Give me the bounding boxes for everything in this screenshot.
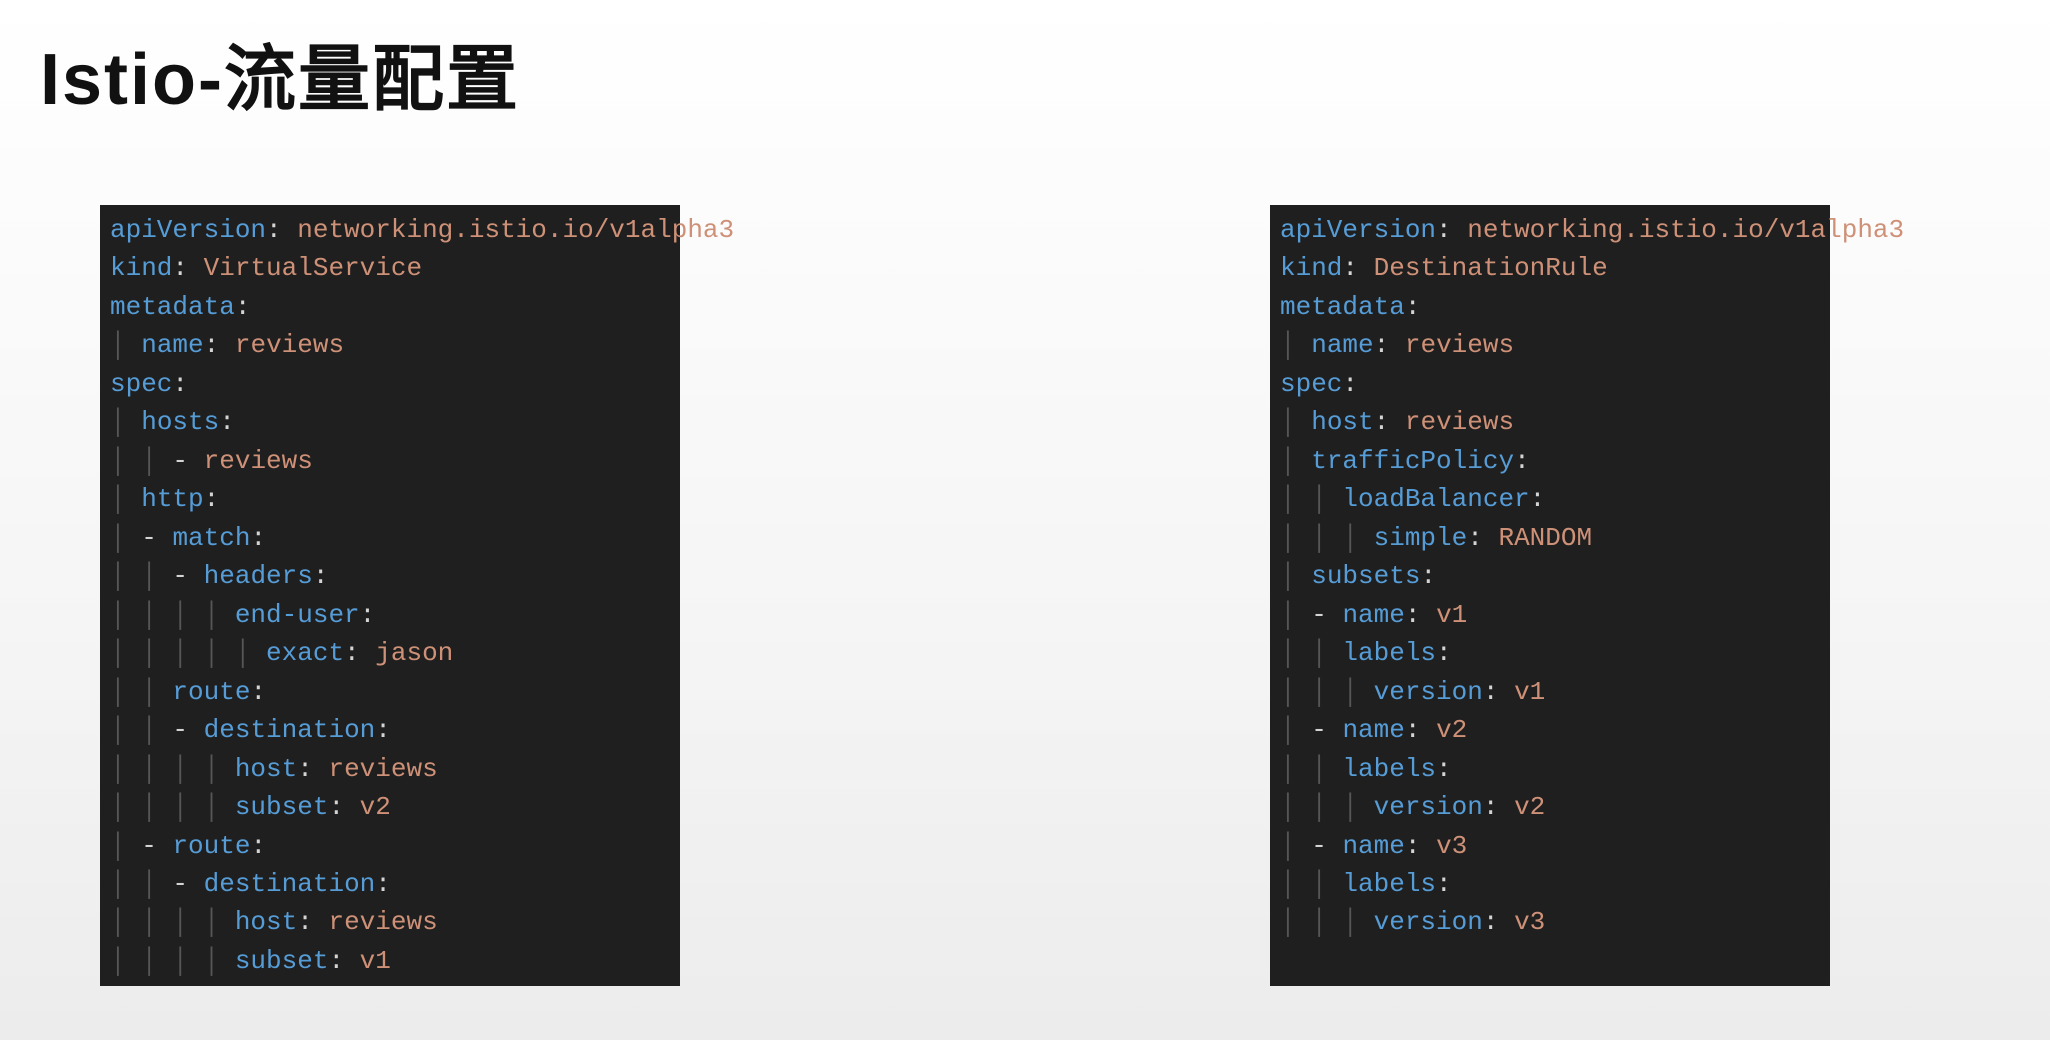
page-title: Istio-流量配置 <box>40 20 2010 125</box>
slide: Istio-流量配置 apiVersion: networking.istio.… <box>0 0 2050 1040</box>
code-row: apiVersion: networking.istio.io/v1alpha3… <box>40 145 2010 986</box>
yaml-virtualservice: apiVersion: networking.istio.io/v1alpha3… <box>100 205 680 986</box>
yaml-destinationrule: apiVersion: networking.istio.io/v1alpha3… <box>1270 205 1830 986</box>
